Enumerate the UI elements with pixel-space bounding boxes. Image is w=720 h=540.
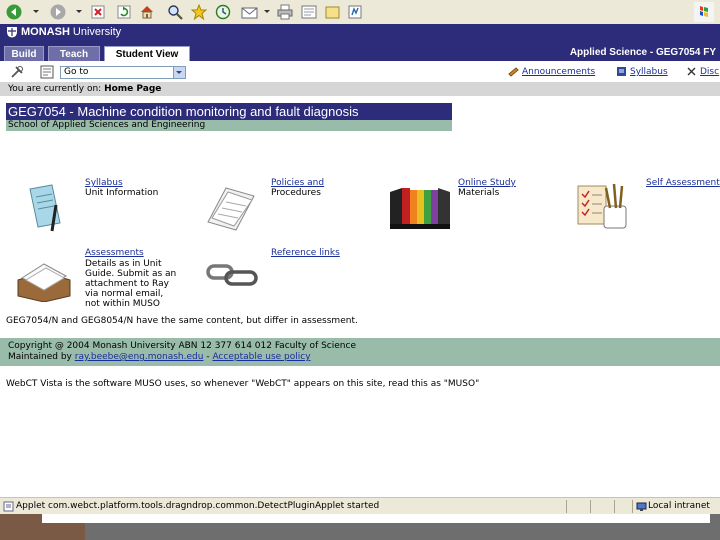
policies-papers-icon[interactable] — [204, 182, 260, 235]
print-icon[interactable] — [276, 3, 294, 21]
brand-suffix: University — [72, 26, 122, 38]
windows-logo-icon — [694, 1, 714, 23]
goto-value: Go to — [64, 67, 89, 77]
online-study-link[interactable]: Online Study — [458, 178, 516, 188]
maintainer-line: Maintained by ray.beebe@eng.monash.edu -… — [8, 352, 311, 362]
assessment-note: GEG7054/N and GEG8054/N have the same co… — [6, 316, 358, 326]
status-text: Applet com.webct.platform.tools.dragndro… — [16, 501, 380, 511]
tab-teach[interactable]: Teach — [48, 46, 100, 61]
discuss-icon[interactable] — [324, 3, 342, 21]
chain-link-icon[interactable] — [206, 262, 260, 291]
footer-separator: - — [206, 352, 210, 362]
school-name: School of Applied Sciences and Engineeri… — [6, 120, 452, 131]
assessments-link[interactable]: Assessments — [85, 248, 144, 258]
maintainer-email-link[interactable]: ray.beebe@eng.monash.edu — [75, 352, 204, 362]
course-name: GEG7054 - Machine condition monitoring a… — [6, 103, 452, 120]
course-title: Applied Science - GEG7054 FY — [569, 47, 716, 58]
favorites-icon[interactable] — [190, 3, 208, 21]
syllabus-desc: Unit Information — [85, 188, 159, 198]
tab-student-view[interactable]: Student View — [104, 46, 190, 61]
monash-crest-icon — [7, 27, 17, 38]
history-icon[interactable] — [214, 3, 232, 21]
online-study-desc: Materials — [458, 188, 500, 198]
self-assessment-link[interactable]: Self Assessment — [646, 178, 720, 188]
browser-statusbar: Applet com.webct.platform.tools.dragndro… — [0, 497, 720, 515]
monash-logo: MONASH University — [6, 26, 121, 38]
chevron-down-icon — [173, 67, 185, 78]
tools-icon[interactable] — [10, 65, 24, 82]
course-banner: GEG7054 - Machine condition monitoring a… — [6, 103, 452, 131]
course-navbar: Go to Announcements Syllabus Disc — [0, 61, 720, 83]
back-icon[interactable] — [4, 3, 24, 21]
announcements-link[interactable]: Announcements — [522, 67, 595, 77]
search-icon[interactable] — [166, 3, 184, 21]
syllabus-link[interactable]: Syllabus — [85, 178, 123, 188]
online-study-binders-icon[interactable] — [388, 182, 452, 233]
announcements-icon — [508, 66, 519, 80]
discussions-link[interactable]: Disc — [700, 67, 719, 77]
assessments-inbox-icon[interactable] — [14, 258, 74, 305]
maintained-prefix: Maintained by — [8, 352, 72, 362]
statusbar-divider — [614, 500, 615, 513]
reference-links-link[interactable]: Reference links — [271, 248, 340, 258]
security-zone: Local intranet — [648, 501, 710, 511]
edit-icon[interactable] — [300, 3, 318, 21]
syllabus-link[interactable]: Syllabus — [630, 67, 668, 77]
webct-header: MONASH University Build Teach Student Vie… — [0, 24, 720, 61]
page-footer: Copyright @ 2004 Monash University ABN 1… — [0, 338, 720, 366]
forward-icon[interactable] — [48, 3, 68, 21]
home-icon[interactable] — [138, 3, 156, 21]
window-bottom-edge — [42, 514, 710, 523]
policies-link[interactable]: Policies and — [271, 178, 324, 188]
self-assessment-checklist-icon[interactable] — [576, 180, 634, 235]
refresh-icon[interactable] — [116, 3, 132, 21]
statusbar-divider — [632, 500, 633, 513]
messenger-icon[interactable] — [346, 3, 364, 21]
tab-build[interactable]: Build — [4, 46, 44, 61]
location-page: Home Page — [104, 84, 162, 94]
statusbar-divider — [566, 500, 567, 513]
statusbar-divider — [590, 500, 591, 513]
location-breadcrumb: You are currently on: Home Page — [0, 82, 720, 96]
mail-dropdown-icon[interactable] — [264, 10, 270, 13]
brand-name: MONASH — [21, 26, 70, 38]
browser-toolbar — [0, 0, 720, 25]
location-prefix: You are currently on: — [8, 84, 102, 94]
vista-note: WebCT Vista is the software MUSO uses, s… — [6, 379, 480, 389]
back-dropdown-icon[interactable] — [33, 10, 39, 13]
syllabus-document-icon[interactable] — [22, 183, 70, 238]
discussions-icon — [686, 66, 697, 80]
forward-dropdown-icon[interactable] — [76, 10, 82, 13]
course-map-icon[interactable] — [40, 65, 54, 82]
mail-icon[interactable] — [240, 3, 260, 21]
acceptable-use-link[interactable]: Acceptable use policy — [212, 352, 310, 362]
stop-icon[interactable] — [90, 3, 106, 21]
syllabus-icon — [616, 66, 627, 80]
policies-desc: Procedures — [271, 188, 321, 198]
goto-select[interactable]: Go to — [60, 66, 186, 79]
assessments-desc: Details as in Unit Guide. Submit as an a… — [85, 259, 177, 309]
copyright-text: Copyright @ 2004 Monash University ABN 1… — [8, 341, 356, 351]
